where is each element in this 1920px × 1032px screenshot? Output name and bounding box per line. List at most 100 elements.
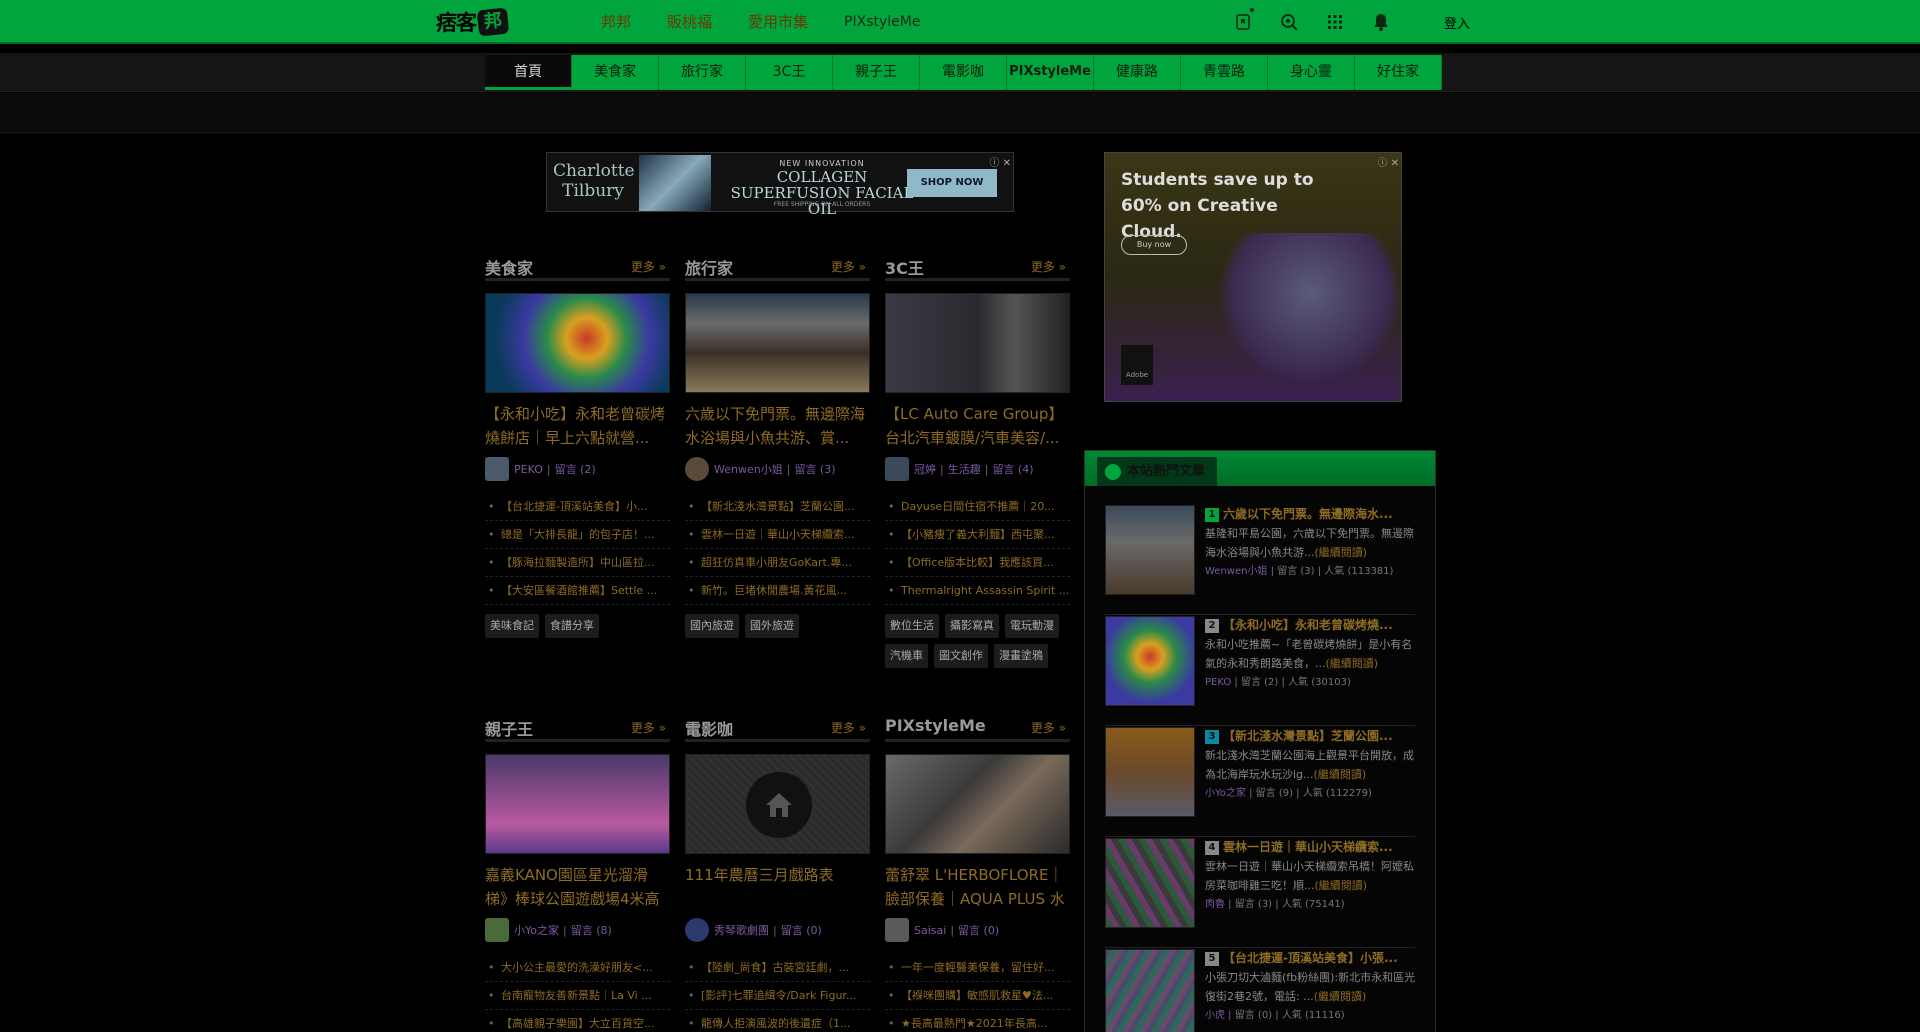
tab-movie[interactable]: 電影咖 xyxy=(920,55,1007,90)
list-item[interactable]: 龍傳人拒演風波的後遺症（1... xyxy=(685,1010,870,1032)
author-link[interactable]: 小Yo之家 xyxy=(514,922,559,938)
tab-home-living[interactable]: 好住家 xyxy=(1355,55,1442,90)
hot-item[interactable]: 2 【永和小吃】永和老曾碳烤燒... 永和小吃推薦~「老曾碳烤燒餅」是小有名氣的永… xyxy=(1105,616,1415,726)
list-item[interactable]: 大小公主最愛的洗澡好朋友<... xyxy=(485,954,670,982)
list-item[interactable]: 【台北捷運-頂溪站美食】小... xyxy=(485,493,670,521)
site-logo[interactable]: 痞客 邦 xyxy=(436,7,510,37)
hot-item-author[interactable]: 肉魯 xyxy=(1205,899,1225,910)
article-thumbnail[interactable] xyxy=(485,293,670,393)
list-item[interactable]: 【豚海拉麵製造所】中山區拉... xyxy=(485,549,670,577)
hot-item-title[interactable]: 雲林一日遊｜華山小天梯纜索... xyxy=(1223,840,1393,854)
more-link[interactable]: 更多 » xyxy=(1031,719,1066,736)
side-ad[interactable]: Students save up to 60% on Creative Clou… xyxy=(1104,152,1402,402)
avatar[interactable] xyxy=(685,457,709,481)
hot-item[interactable]: 5 【台北捷運-頂溪站美食】小張... 小張刀切大滷麵(fb粉絲團):新北市永和區… xyxy=(1105,949,1415,1032)
avatar[interactable] xyxy=(885,918,909,942)
read-more-link[interactable]: (繼續閱讀) xyxy=(1315,879,1368,892)
avatar[interactable] xyxy=(885,457,909,481)
tab-3c[interactable]: 3C王 xyxy=(746,55,833,90)
list-item[interactable]: ★長高最熱門★2021年長高... xyxy=(885,1010,1070,1032)
list-item[interactable]: 總是「大排長龍」的包子店！... xyxy=(485,521,670,549)
list-item[interactable]: 【小豬痩了義大利麵】西屯聚... xyxy=(885,521,1070,549)
comments-link[interactable]: 留言 (2) xyxy=(555,461,596,477)
read-more-link[interactable]: (繼續閱讀) xyxy=(1314,768,1367,781)
article-thumbnail[interactable] xyxy=(485,754,670,854)
tab-health[interactable]: 健康路 xyxy=(1094,55,1181,90)
list-item[interactable]: 超狂仿真車小朋友GoKart.專... xyxy=(685,549,870,577)
login-link[interactable]: 登入 xyxy=(1444,13,1470,32)
more-link[interactable]: 更多 » xyxy=(831,258,866,275)
bookmark-icon[interactable] xyxy=(1220,0,1266,44)
ad-close-icon[interactable]: ⓘ ✕ xyxy=(989,154,1011,169)
ad-shop-button[interactable]: SHOP NOW xyxy=(907,169,997,197)
hot-item-title[interactable]: 【新北淺水灣景點】芝蘭公園... xyxy=(1223,729,1393,743)
hot-panel-tab[interactable]: 本站熱門文章 xyxy=(1097,457,1218,486)
avatar[interactable] xyxy=(485,918,509,942)
tab-parenting[interactable]: 親子王 xyxy=(833,55,920,90)
read-more-link[interactable]: (繼續閱讀) xyxy=(1314,990,1367,1003)
hot-item-author[interactable]: 小Yo之家 xyxy=(1205,788,1246,799)
hot-item-thumbnail[interactable] xyxy=(1105,616,1195,706)
hot-item-title[interactable]: 六歲以下免門票。無邊際海水... xyxy=(1223,507,1393,521)
hot-item-thumbnail[interactable] xyxy=(1105,727,1195,817)
list-item[interactable]: 【大安區餐酒館推薦】Settle ... xyxy=(485,577,670,605)
hot-item-author[interactable]: PEKO xyxy=(1205,677,1231,688)
list-item[interactable]: 【褓咪團購】敏感肌救星♥法... xyxy=(885,982,1070,1010)
comments-link[interactable]: 留言 (3) xyxy=(794,461,835,477)
hot-item-comments[interactable]: 留言 (9) xyxy=(1256,788,1293,799)
list-item[interactable]: 【高雄親子樂園】大立百貨空... xyxy=(485,1010,670,1032)
tag[interactable]: 數位生活 xyxy=(885,614,939,638)
author-link[interactable]: 冠婷 xyxy=(914,461,936,477)
more-link[interactable]: 更多 » xyxy=(831,719,866,736)
comments-link[interactable]: 留言 (0) xyxy=(958,922,999,938)
apps-grid-icon[interactable] xyxy=(1312,0,1358,44)
hot-item-author[interactable]: Wenwen小姐 xyxy=(1205,566,1267,577)
tab-mind[interactable]: 身心靈 xyxy=(1268,55,1355,90)
hot-item-thumbnail[interactable] xyxy=(1105,949,1195,1032)
hot-item-title[interactable]: 【永和小吃】永和老曾碳烤燒... xyxy=(1223,618,1393,632)
hot-item-comments[interactable]: 留言 (3) xyxy=(1235,899,1272,910)
top-nav-bangbang[interactable]: 邦邦 xyxy=(583,0,649,44)
article-title[interactable]: 111年農曆三月戲路表 xyxy=(685,863,870,911)
list-item[interactable]: 【陸劇_尚食】古裝宮廷劇，... xyxy=(685,954,870,982)
author-link[interactable]: PEKO xyxy=(514,463,543,476)
hot-item-thumbnail[interactable] xyxy=(1105,838,1195,928)
comments-link[interactable]: 留言 (4) xyxy=(992,461,1033,477)
read-more-link[interactable]: (繼續閱讀) xyxy=(1326,657,1379,670)
list-item[interactable]: 【新北淺水灣景點】芝蘭公園... xyxy=(685,493,870,521)
article-thumbnail[interactable] xyxy=(885,754,1070,854)
ad2-close-icon[interactable]: ⓘ ✕ xyxy=(1377,154,1399,169)
tag[interactable]: 國內旅遊 xyxy=(685,614,739,638)
tag[interactable]: 汽機車 xyxy=(885,644,928,668)
hot-item[interactable]: 1 六歲以下免門票。無邊際海水... 基隆和平島公園，六歲以下免門票。無邊際海水浴… xyxy=(1105,505,1415,615)
read-more-link[interactable]: (繼續閱讀) xyxy=(1315,546,1368,559)
hot-item-comments[interactable]: 留言 (2) xyxy=(1241,677,1278,688)
ad2-buy-button[interactable]: Buy now xyxy=(1121,235,1187,255)
article-title[interactable]: 【LC Auto Care Group】台北汽車鍍膜/汽車美容/... xyxy=(885,402,1070,450)
author-link[interactable]: Saisai xyxy=(914,924,946,937)
more-link[interactable]: 更多 » xyxy=(631,719,666,736)
tag[interactable]: 攝影寫真 xyxy=(945,614,999,638)
author-link[interactable]: 秀琴歌劇團 xyxy=(714,922,769,938)
tag[interactable]: 漫畫塗鴉 xyxy=(994,644,1048,668)
tag[interactable]: 電玩動漫 xyxy=(1005,614,1059,638)
hot-item-comments[interactable]: 留言 (3) xyxy=(1277,566,1314,577)
top-nav-shop[interactable]: 販桃福 xyxy=(649,0,730,44)
tag[interactable]: 國外旅遊 xyxy=(745,614,799,638)
comments-link[interactable]: 留言 (8) xyxy=(571,922,612,938)
article-title[interactable]: 嘉義KANO園區星光溜滑梯》棒球公園遊戲場4米高 xyxy=(485,863,670,911)
list-item[interactable]: [影評]七罪追緝令/Dark Figur... xyxy=(685,982,870,1010)
list-item[interactable]: 【Office版本比較】我應該買... xyxy=(885,549,1070,577)
more-link[interactable]: 更多 » xyxy=(631,258,666,275)
article-title[interactable]: 六歲以下免門票。無邊際海水浴場與小魚共游、賞... xyxy=(685,402,870,450)
article-thumbnail[interactable] xyxy=(885,293,1070,393)
avatar[interactable] xyxy=(485,457,509,481)
tag[interactable]: 食譜分享 xyxy=(545,614,599,638)
top-nav-market[interactable]: 愛用市集 xyxy=(730,0,826,44)
list-item[interactable]: 雲林一日遊｜華山小天梯纜索... xyxy=(685,521,870,549)
hot-item-title[interactable]: 【台北捷運-頂溪站美食】小張... xyxy=(1223,951,1398,965)
more-link[interactable]: 更多 » xyxy=(1031,258,1066,275)
hot-item[interactable]: 3 【新北淺水灣景點】芝蘭公園... 新北淺水灣芝蘭公園海上觀景平台開放，成為北海… xyxy=(1105,727,1415,837)
tab-career[interactable]: 青雲路 xyxy=(1181,55,1268,90)
article-title[interactable]: 蕾舒翠 L'HERBOFLORE｜臉部保養｜AQUA PLUS 水 xyxy=(885,863,1070,911)
